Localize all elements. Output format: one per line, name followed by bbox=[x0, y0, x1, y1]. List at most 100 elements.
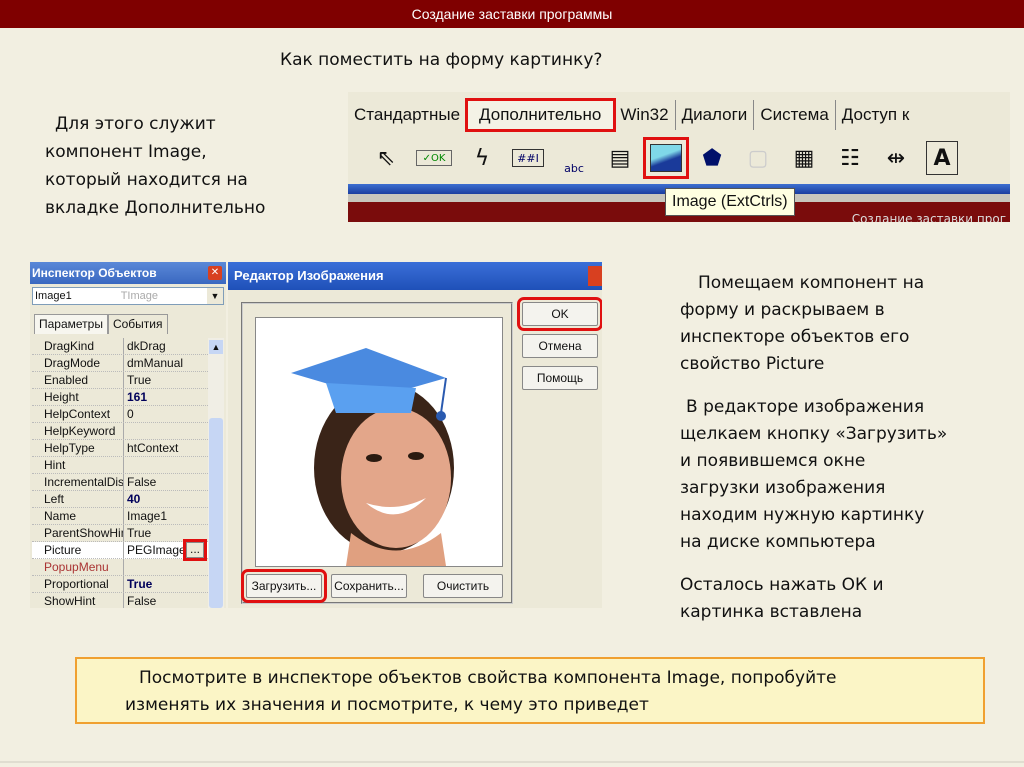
property-name: Name bbox=[32, 508, 124, 524]
property-row[interactable]: ShowHint False bbox=[32, 593, 208, 608]
save-button[interactable]: Сохранить... bbox=[331, 574, 407, 598]
property-name: ShowHint bbox=[32, 593, 124, 608]
property-name: Left bbox=[32, 491, 124, 507]
text-line: компонент Image, bbox=[45, 142, 207, 162]
tab-data-access[interactable]: Доступ к bbox=[836, 100, 916, 130]
question-heading: Как поместить на форму картинку? bbox=[280, 50, 603, 70]
object-name: Image1 bbox=[35, 290, 72, 302]
property-value[interactable]: True bbox=[124, 372, 208, 388]
shape-icon[interactable]: ⬟ bbox=[696, 141, 728, 175]
tab-events[interactable]: События bbox=[107, 314, 168, 334]
palette-tabs: Стандартные Дополнительно Win32 Диалоги … bbox=[348, 98, 916, 132]
property-row[interactable]: Left 40 bbox=[32, 491, 208, 508]
statictext-icon[interactable]: A bbox=[926, 141, 958, 175]
pointer-icon[interactable]: ⇖ bbox=[370, 141, 402, 175]
tooltip: Image (ExtCtrls) bbox=[665, 188, 795, 216]
property-value[interactable] bbox=[124, 457, 208, 473]
property-value[interactable]: 0 bbox=[124, 406, 208, 422]
property-value[interactable] bbox=[124, 423, 208, 439]
property-name: Hint bbox=[32, 457, 124, 473]
bevel-icon[interactable]: ▢ bbox=[742, 141, 774, 175]
component-palette: Стандартные Дополнительно Win32 Диалоги … bbox=[348, 92, 1010, 222]
property-row[interactable]: PopupMenu bbox=[32, 559, 208, 576]
close-icon[interactable]: ✕ bbox=[208, 266, 222, 280]
text-line: на диске компьютера bbox=[680, 532, 876, 552]
speedbutton-icon[interactable]: ϟ bbox=[466, 141, 498, 175]
property-value[interactable]: False bbox=[124, 474, 208, 490]
text-line: который находится на bbox=[45, 170, 248, 190]
clear-button[interactable]: Очистить bbox=[423, 574, 503, 598]
text-line: Для этого служит bbox=[55, 114, 216, 134]
scrollbar[interactable]: ▲ bbox=[208, 338, 224, 608]
maskedit-icon[interactable]: ##I bbox=[512, 149, 544, 167]
text-line: картинка вставлена bbox=[680, 602, 863, 622]
chevron-up-icon[interactable]: ▲ bbox=[209, 340, 223, 354]
drawgrid-icon[interactable]: ▤ bbox=[604, 141, 636, 175]
property-name: HelpType bbox=[32, 440, 124, 456]
ellipsis-button[interactable]: ... bbox=[183, 539, 207, 561]
text-line: инспекторе объектов его bbox=[680, 327, 910, 347]
property-value[interactable]: dkDrag bbox=[124, 338, 208, 354]
checklistbox-icon[interactable]: ☷ bbox=[834, 141, 866, 175]
load-button[interactable]: Загрузить... bbox=[241, 569, 327, 603]
property-value[interactable]: 40 bbox=[124, 491, 208, 507]
property-row[interactable]: Height 161 bbox=[32, 389, 208, 406]
bitbtn-icon[interactable]: ✓OK bbox=[416, 150, 452, 166]
ok-button[interactable]: OK bbox=[517, 297, 602, 331]
property-row[interactable]: Picture PEGImage)... bbox=[32, 539, 208, 561]
property-value[interactable]: True bbox=[124, 525, 208, 541]
property-row[interactable]: HelpType htContext bbox=[32, 440, 208, 457]
scrollbar-thumb[interactable] bbox=[209, 418, 223, 608]
property-row[interactable]: IncrementalDisp False bbox=[32, 474, 208, 491]
text-line: свойство Picture bbox=[680, 354, 825, 374]
property-row[interactable]: Proportional True bbox=[32, 576, 208, 593]
property-value[interactable]: False bbox=[124, 593, 208, 608]
picture-editor-dialog: Редактор Изображения Загрузить... Сохран… bbox=[228, 262, 602, 608]
tab-dialogs[interactable]: Диалоги bbox=[676, 100, 755, 130]
scrollbox-icon[interactable]: ▦ bbox=[788, 141, 820, 175]
text-line: Осталось нажать ОК и bbox=[680, 575, 884, 595]
text-line: Посмотрите в инспекторе объектов свойств… bbox=[139, 668, 837, 688]
property-name: Height bbox=[32, 389, 124, 405]
portrait-image bbox=[291, 348, 454, 566]
property-row[interactable]: HelpContext 0 bbox=[32, 406, 208, 423]
property-row[interactable]: ParentShowHint True bbox=[32, 525, 208, 542]
instruction-2: В редакторе изображения щелкаем кнопку «… bbox=[680, 394, 947, 556]
property-value[interactable]: dmManual bbox=[124, 355, 208, 371]
stringgrid-icon[interactable]: abc bbox=[558, 141, 590, 175]
cancel-button[interactable]: Отмена bbox=[522, 334, 598, 358]
tab-additional[interactable]: Дополнительно bbox=[465, 98, 617, 132]
property-row[interactable]: Hint bbox=[32, 457, 208, 474]
property-name: Proportional bbox=[32, 576, 124, 592]
instruction-1: Помещаем компонент на форму и раскрываем… bbox=[680, 270, 924, 378]
property-value[interactable]: htContext bbox=[124, 440, 208, 456]
text-line: щелкаем кнопку «Загрузить» bbox=[680, 424, 948, 444]
text-line: загрузки изображения bbox=[680, 478, 886, 498]
property-name: Picture bbox=[32, 542, 124, 558]
help-button[interactable]: Помощь bbox=[522, 366, 598, 390]
property-list: DragKind dkDrag DragMode dmManual Enabled Tru… bbox=[32, 338, 208, 608]
palette-icons: ⇖ ✓OK ϟ ##I abc ▤ ⬟ ▢ ▦ ☷ ⇹ A bbox=[348, 134, 1010, 182]
property-value[interactable]: True bbox=[124, 576, 208, 592]
property-value[interactable]: 161 bbox=[124, 389, 208, 405]
tab-system[interactable]: Система bbox=[754, 100, 836, 130]
image-component-icon[interactable] bbox=[643, 137, 689, 179]
property-name: IncrementalDisp bbox=[32, 474, 124, 490]
property-value[interactable]: Image1 bbox=[124, 508, 208, 524]
property-row[interactable]: DragKind dkDrag bbox=[32, 338, 208, 355]
splitter-icon[interactable]: ⇹ bbox=[880, 141, 912, 175]
tab-standard[interactable]: Стандартные bbox=[348, 100, 468, 130]
property-row[interactable]: DragMode dmManual bbox=[32, 355, 208, 372]
inspector-tabs: Параметры События bbox=[30, 308, 226, 334]
tab-properties[interactable]: Параметры bbox=[34, 314, 108, 334]
close-icon[interactable] bbox=[588, 266, 602, 286]
tab-win32[interactable]: Win32 bbox=[614, 100, 676, 130]
chevron-down-icon[interactable]: ▼ bbox=[207, 288, 223, 304]
text-line: В редакторе изображения bbox=[686, 397, 925, 417]
property-value[interactable] bbox=[124, 559, 208, 575]
property-row[interactable]: Enabled True bbox=[32, 372, 208, 389]
property-row[interactable]: HelpKeyword bbox=[32, 423, 208, 440]
instruction-3: Осталось нажать ОК и картинка вставлена bbox=[680, 572, 884, 626]
property-row[interactable]: Name Image1 bbox=[32, 508, 208, 525]
object-selector[interactable]: Image1 TImage ▼ bbox=[32, 287, 224, 305]
